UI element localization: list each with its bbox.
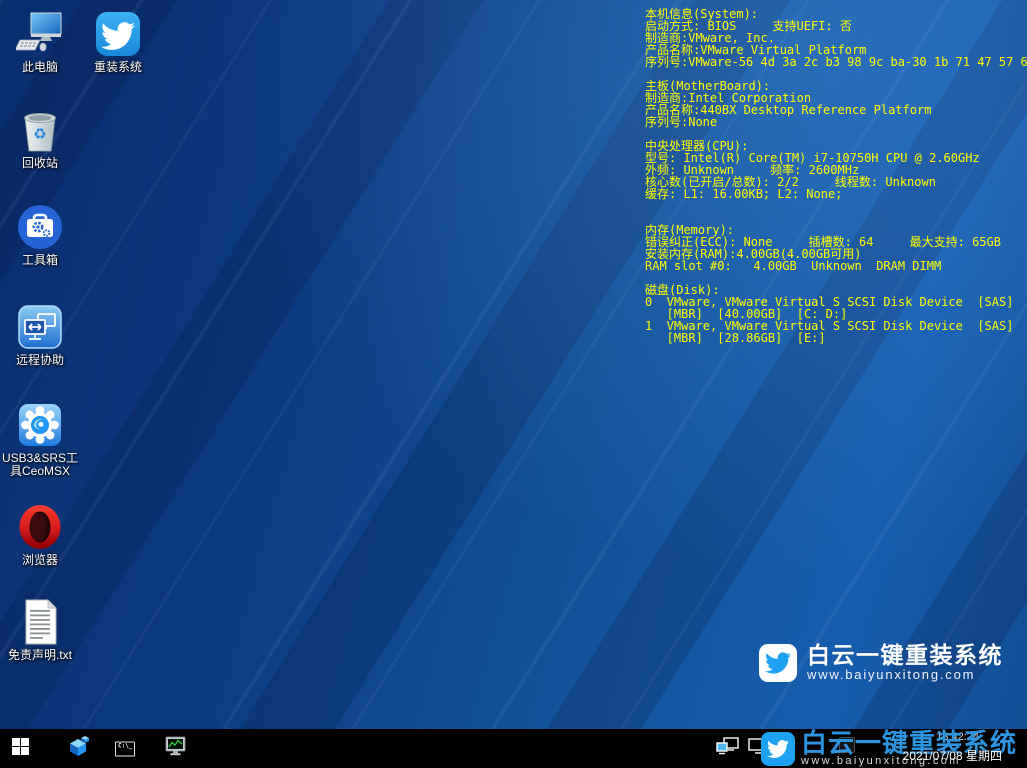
brand-bird-icon bbox=[759, 644, 797, 682]
toolbox-icon bbox=[16, 203, 64, 251]
recycle-bin-icon: ♻ bbox=[16, 106, 64, 154]
desktop-icon-label: USB3&SRS工具CeoMSX bbox=[0, 452, 80, 478]
start-button[interactable] bbox=[12, 738, 29, 760]
desktop-icon-toolbox[interactable]: 工具箱 bbox=[0, 203, 80, 267]
desktop: 此电脑 重装系统 ♻ 回收站 bbox=[0, 0, 1027, 768]
taskbar-app-task-manager[interactable] bbox=[164, 735, 187, 763]
desktop-icon-reinstall-system[interactable]: 重装系统 bbox=[78, 10, 158, 74]
opera-browser-icon bbox=[16, 503, 64, 551]
brand-logo: 白云一键重装系统 www.baiyunxitong.com bbox=[759, 643, 1003, 682]
this-pc-icon bbox=[16, 10, 64, 58]
desktop-icon-recycle-bin[interactable]: ♻ 回收站 bbox=[0, 106, 80, 170]
taskbar: C:\_ 1 bbox=[0, 729, 1027, 768]
desktop-icon-label: 重装系统 bbox=[78, 61, 158, 74]
taskbar-app-cmd[interactable]: C:\_ bbox=[115, 741, 135, 756]
brand-url: www.baiyunxitong.com bbox=[807, 667, 1003, 682]
registry-cube-icon bbox=[68, 735, 91, 758]
system-info-line: [MBR] [28.86GB] [E:] bbox=[645, 332, 1027, 344]
desktop-icon-label: 工具箱 bbox=[0, 254, 80, 267]
remote-assistance-icon bbox=[16, 303, 64, 351]
system-info-section: 主板(MotherBoard):制造商:Intel Corporation产品名… bbox=[645, 80, 1027, 128]
desktop-icon-label: 回收站 bbox=[0, 157, 80, 170]
desktop-icon-label: 此电脑 bbox=[0, 61, 80, 74]
system-info-line: 缓存: L1: 16.00KB; L2: None; bbox=[645, 188, 1027, 200]
desktop-icon-label: 浏览器 bbox=[0, 554, 80, 567]
system-info-section: 中央处理器(CPU):型号: Intel(R) Core(TM) i7-1075… bbox=[645, 140, 1027, 200]
desktop-icon-this-pc[interactable]: 此电脑 bbox=[0, 10, 80, 74]
system-info-line: 序列号:None bbox=[645, 116, 1027, 128]
desktop-icon-browser[interactable]: 浏览器 bbox=[0, 503, 80, 567]
brand-title: 白云一键重装系统 bbox=[807, 643, 1003, 667]
reinstall-system-twitter-icon bbox=[94, 10, 142, 58]
desktop-icon-disclaimer-txt[interactable]: 免责声明.txt bbox=[0, 598, 80, 662]
task-manager-monitor-icon bbox=[164, 735, 187, 758]
system-info-panel: 本机信息(System):启动方式: BIOS 支持UEFI: 否制造商:VMw… bbox=[645, 8, 1027, 344]
taskbar-app-registry[interactable] bbox=[68, 735, 91, 763]
svg-text:♻: ♻ bbox=[33, 125, 46, 143]
system-info-section: 本机信息(System):启动方式: BIOS 支持UEFI: 否制造商:VMw… bbox=[645, 8, 1027, 68]
text-file-icon bbox=[16, 598, 64, 646]
desktop-icon-label: 远程协助 bbox=[0, 354, 80, 367]
system-info-line: RAM slot #0: 4.00GB Unknown DRAM DIMM bbox=[645, 260, 1027, 272]
watermark-bird-icon bbox=[761, 732, 795, 766]
usb3-srs-tool-icon bbox=[16, 401, 64, 449]
desktop-icon-label: 免责声明.txt bbox=[0, 649, 80, 662]
desktop-icon-remote-assistance[interactable]: 远程协助 bbox=[0, 303, 80, 367]
system-info-section: 磁盘(Disk):0 VMware, VMware Virtual S SCSI… bbox=[645, 284, 1027, 344]
windows-logo-icon bbox=[12, 738, 29, 755]
cmd-window-icon: C:\_ bbox=[115, 741, 135, 756]
clock-date[interactable]: 2021/07/08 星期四 bbox=[903, 747, 1002, 764]
tray-network-computers-icon[interactable] bbox=[716, 737, 740, 761]
system-info-section: 内存(Memory):错误纠正(ECC): None 插槽数: 64 最大支持:… bbox=[645, 224, 1027, 272]
desktop-icon-usb3-srs-tool[interactable]: USB3&SRS工具CeoMSX bbox=[0, 401, 80, 478]
system-info-line: 序列号:VMware-56 4d 3a 2c b3 98 9c ba-30 1b… bbox=[645, 56, 1027, 68]
